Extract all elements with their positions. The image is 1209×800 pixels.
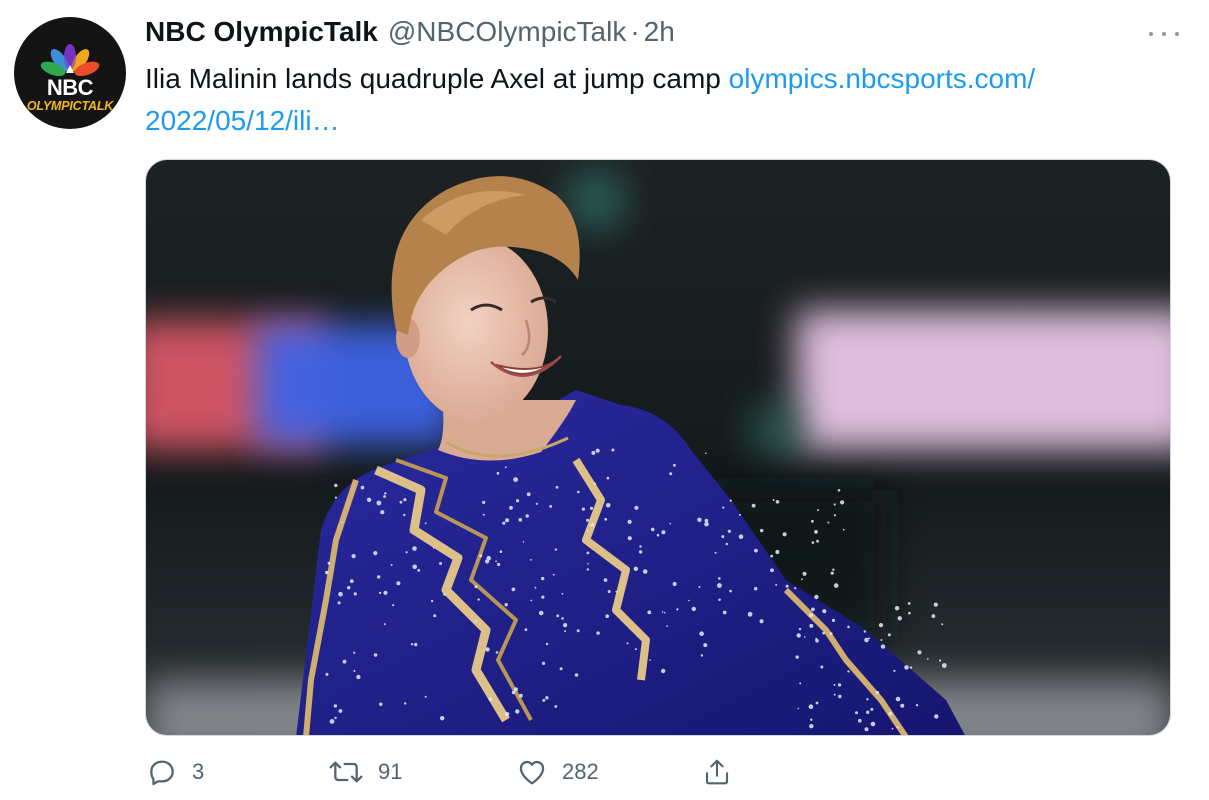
avatar-sub-text: OLYMPICTALK xyxy=(26,99,114,113)
tweet-header: NBC OlympicTalk @NBCOlympicTalk · 2h xyxy=(145,14,675,50)
retweet-count: 91 xyxy=(378,759,403,784)
retweet-icon xyxy=(329,761,363,783)
share-icon xyxy=(705,759,729,785)
tweet[interactable]: NBC OLYMPICTALK NBC OlympicTalk @NBCOlymp… xyxy=(0,0,1209,800)
share-button[interactable] xyxy=(702,748,732,796)
reply-button[interactable]: 3 xyxy=(146,748,204,796)
avatar-logo-text: NBC xyxy=(46,75,94,100)
separator-dot: · xyxy=(630,16,640,47)
like-count: 282 xyxy=(562,759,599,784)
more-options-icon[interactable] xyxy=(1149,24,1179,44)
tweet-photo[interactable] xyxy=(145,159,1171,736)
retweet-button[interactable]: 91 xyxy=(328,748,402,796)
user-handle[interactable]: @NBCOlympicTalk xyxy=(388,16,626,47)
like-button[interactable]: 282 xyxy=(516,748,599,796)
display-name[interactable]: NBC OlympicTalk xyxy=(145,16,378,47)
skater-photo xyxy=(146,160,1170,735)
timestamp[interactable]: 2h xyxy=(644,16,675,47)
heart-icon xyxy=(519,760,545,785)
tweet-body: Ilia Malinin lands quadruple Axel at jum… xyxy=(145,63,729,94)
action-bar: 3 91 282 xyxy=(0,748,1209,796)
reply-count: 3 xyxy=(192,759,205,784)
tweet-text: Ilia Malinin lands quadruple Axel at jum… xyxy=(145,58,1175,142)
reply-icon xyxy=(150,760,174,786)
avatar[interactable]: NBC OLYMPICTALK xyxy=(14,17,126,129)
